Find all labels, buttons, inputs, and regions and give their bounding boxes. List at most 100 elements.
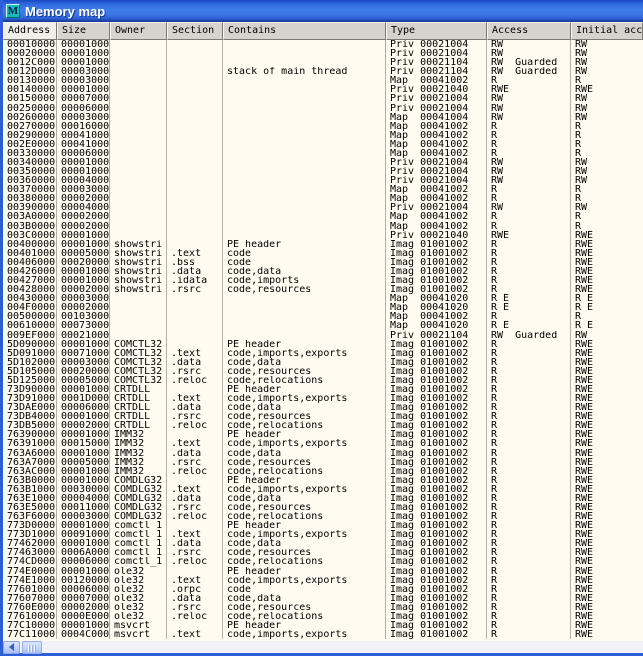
column-header-access[interactable]: Access (487, 22, 571, 40)
column-header-section[interactable]: Section (167, 22, 223, 40)
table-row[interactable]: 0034000000001000Priv 00021004RWRW (3, 158, 643, 167)
table-row[interactable]: 0036000000004000Priv 00021004RWRW (3, 176, 643, 185)
table-row[interactable]: 5D12500000005000COMCTL32.reloccode,reloc… (3, 376, 643, 385)
table-row[interactable]: 0035000000001000Priv 00021004RWRW (3, 167, 643, 176)
table-row[interactable]: 7760700000007000ole32.datacode,dataImag … (3, 594, 643, 603)
table-row[interactable]: 774630000006A000comctl_1.rsrccode,resour… (3, 548, 643, 557)
cell-type: Imag 01001002 (386, 585, 487, 594)
cell-contains (223, 185, 386, 194)
table-row[interactable]: 002E000000041000Map 00041002RR (3, 140, 643, 149)
table-row[interactable]: 5D10500000020000COMCTL32.rsrccode,resour… (3, 367, 643, 376)
table-row[interactable]: 0042600000001000showstri.datacode,dataIm… (3, 267, 643, 276)
cell-access: R (487, 512, 571, 521)
table-row[interactable]: 0012D00000003000stack of main threadPriv… (3, 67, 643, 76)
table-row[interactable]: 0040000000001000showstriPE headerImag 01… (3, 240, 643, 249)
table-row[interactable]: 763E100000004000COMDLG32.datacode,dataIm… (3, 494, 643, 503)
table-row[interactable]: 5D10200000003000COMCTL32.datacode,dataIm… (3, 358, 643, 367)
table-row[interactable]: 774E000000001000ole32PE headerImag 01001… (3, 567, 643, 576)
cell-section (167, 185, 223, 194)
cell-size: 00001000 (57, 40, 110, 49)
table-row[interactable]: 0061000000073000Map 00041020R ER E (3, 321, 643, 330)
table-row[interactable]: 7639100000015000IMM32.textcode,imports,e… (3, 439, 643, 448)
table-row[interactable]: 0037000000003000Map 00041002RR (3, 185, 643, 194)
table-row[interactable]: 776100000000E000ole32.reloccode,relocati… (3, 612, 643, 621)
table-row[interactable]: 003B000000002000Map 00041002RR (3, 222, 643, 231)
table-row[interactable]: 0015000000007000Priv 00021004RWRW (3, 94, 643, 103)
cell-owner: showstri (110, 285, 167, 294)
table-row[interactable]: 774E100000120000ole32.textcode,imports,e… (3, 576, 643, 585)
table-row[interactable]: 773D000000001000comctl_1PE headerImag 01… (3, 521, 643, 530)
column-header-contains[interactable]: Contains (223, 22, 386, 40)
cell-section (167, 621, 223, 630)
table-row[interactable]: 7760100000006000ole32.orpccodeImag 01001… (3, 585, 643, 594)
table-row[interactable]: 763AC00000001000IMM32.reloccode,relocati… (3, 467, 643, 476)
table-row[interactable]: 0027000000016000Map 00041002RR (3, 122, 643, 131)
table-row[interactable]: 0043000000003000Map 00041020R ER E (3, 294, 643, 303)
table-row[interactable]: 0013000000003000Map 00041002RR (3, 76, 643, 85)
table-row[interactable]: 003C000000001000Priv 00021040RWERWE (3, 231, 643, 240)
table-row[interactable]: 003A000000002000Map 00041002RR (3, 212, 643, 221)
cell-contains: PE header (223, 476, 386, 485)
table-row[interactable]: 009EF00000021000Priv 00021104RW GuardedR… (3, 331, 643, 340)
table-row[interactable]: 0033000000006000Map 00041002RR (3, 149, 643, 158)
table-row[interactable]: 0040600000020000showstri.bsscodeImag 010… (3, 258, 643, 267)
table-row[interactable]: 73D9000000001000CRTDLLPE headerImag 0100… (3, 385, 643, 394)
cell-contains (223, 294, 386, 303)
table-row[interactable]: 763A700000005000IMM32.rsrccode,resources… (3, 458, 643, 467)
table-row[interactable]: 0002000000001000Priv 00021004RWRW (3, 49, 643, 58)
cell-owner (110, 321, 167, 330)
cell-address: 774E0000 (3, 567, 57, 576)
column-header-type[interactable]: Type (386, 22, 487, 40)
table-row[interactable]: 0039000000004000Priv 00021004RWRW (3, 203, 643, 212)
table-row[interactable]: 0038000000002000Map 00041002RR (3, 194, 643, 203)
table-row[interactable]: 73DB500000002000CRTDLL.reloccode,relocat… (3, 421, 643, 430)
table-row[interactable]: 0042800000002000showstri.rsrccode,resour… (3, 285, 643, 294)
table-row[interactable]: 773D100000091000comctl_1.textcode,import… (3, 530, 643, 539)
cell-type: Priv 00021004 (386, 104, 487, 113)
table-row[interactable]: 004F000000002000Map 00041020R ER E (3, 303, 643, 312)
cell-size: 00006000 (57, 104, 110, 113)
table-row[interactable]: 7746200000001000comctl_1.datacode,dataIm… (3, 539, 643, 548)
table-row[interactable]: 763B000000001000COMDLG32PE headerImag 01… (3, 476, 643, 485)
table-row[interactable]: 0040100000005000showstri.textcodeImag 01… (3, 249, 643, 258)
cell-type: Map 00041002 (386, 76, 487, 85)
column-header-size[interactable]: Size (57, 22, 110, 40)
table-row[interactable]: 5D09100000071000COMCTL32.textcode,import… (3, 349, 643, 358)
cell-contains (223, 94, 386, 103)
table-row[interactable]: 5D09000000001000COMCTL32PE headerImag 01… (3, 340, 643, 349)
table-row[interactable]: 763B100000030000COMDLG32.textcode,import… (3, 485, 643, 494)
table-row[interactable]: 73DAE00000006000CRTDLL.datacode,dataImag… (3, 403, 643, 412)
table-row[interactable]: 763E500000011000COMDLG32.rsrccode,resour… (3, 503, 643, 512)
table-row[interactable]: 77C110000004C000msvcrt.textcode,imports,… (3, 630, 643, 639)
column-header-owner[interactable]: Owner (110, 22, 167, 40)
cell-initial_access: RWE (571, 276, 643, 285)
table-row[interactable]: 774CD00000006000comctl_1.reloccode,reloc… (3, 557, 643, 566)
scrollbar-thumb[interactable] (22, 641, 42, 654)
table-row[interactable]: 7639000000001000IMM32PE headerImag 01001… (3, 430, 643, 439)
column-header-initial_access[interactable]: Initial acc (571, 22, 643, 40)
cell-access: R (487, 421, 571, 430)
table-row[interactable]: 0012C00000001000Priv 00021104RW GuardedR… (3, 58, 643, 67)
cell-contains (223, 131, 386, 140)
table-row[interactable]: 763F600000003000COMDLG32.reloccode,reloc… (3, 512, 643, 521)
table-row[interactable]: 0042700000001000showstri.idatacode,impor… (3, 276, 643, 285)
table-row[interactable]: 0025000000006000Priv 00021004RWRW (3, 104, 643, 113)
cell-address: 00260000 (3, 113, 57, 122)
cell-initial_access: RW (571, 203, 643, 212)
table-row[interactable]: 73DB400000001000CRTDLL.rsrccode,resource… (3, 412, 643, 421)
table-row[interactable]: 0029000000041000Map 00041002RR (3, 131, 643, 140)
table-row[interactable]: 763A600000001000IMM32.datacode,dataImag … (3, 449, 643, 458)
horizontal-scrollbar[interactable] (3, 641, 643, 656)
table-row[interactable]: 0014000000001000Priv 00021040RWERWE (3, 85, 643, 94)
scroll-left-button[interactable] (3, 641, 20, 654)
table-row[interactable]: 0001000000001000Priv 00021004RWRW (3, 40, 643, 49)
cell-contains: code,imports (223, 276, 386, 285)
table-row[interactable]: 0050000000103000Map 00041002RR (3, 312, 643, 321)
table-row[interactable]: 77C1000000001000msvcrtPE headerImag 0100… (3, 621, 643, 630)
column-header-address[interactable]: Address (3, 22, 57, 40)
table-row[interactable]: 0026000000003000Map 00041004RWRW (3, 113, 643, 122)
cell-type: Map 00041002 (386, 312, 487, 321)
title-bar[interactable]: M Memory map (3, 0, 643, 22)
table-row[interactable]: 7760E00000002000ole32.rsrccode,resources… (3, 603, 643, 612)
table-row[interactable]: 73D910000001D000CRTDLL.textcode,imports,… (3, 394, 643, 403)
